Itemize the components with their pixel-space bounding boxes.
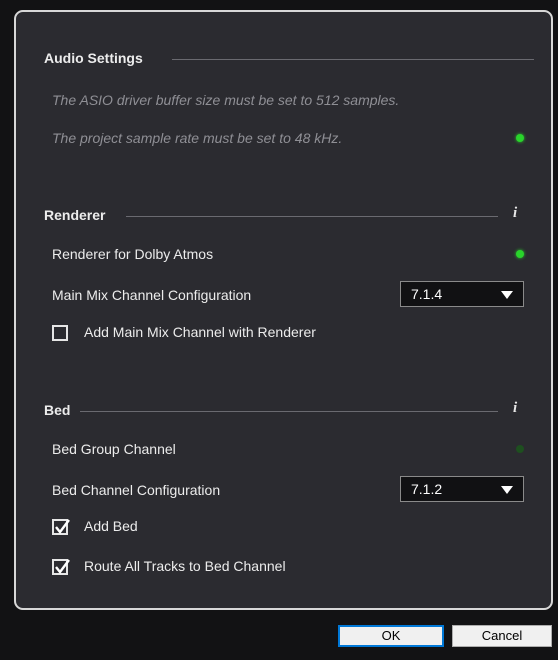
sample-rate-status-led xyxy=(516,134,524,142)
checkmark-icon xyxy=(55,559,70,574)
bed-channel-config-label: Bed Channel Configuration xyxy=(52,482,221,498)
renderer-divider xyxy=(126,216,498,217)
checkmark-icon xyxy=(55,519,70,534)
sample-rate-note: The project sample rate must be set to 4… xyxy=(52,130,343,146)
main-mix-config-label: Main Mix Channel Configuration xyxy=(52,287,252,303)
renderer-dolby-atmos-label: Renderer for Dolby Atmos xyxy=(52,246,214,262)
bed-channel-config-select[interactable]: 7.1.2 xyxy=(400,476,524,502)
audio-settings-heading: Audio Settings xyxy=(44,50,143,66)
bed-info-icon[interactable]: i xyxy=(513,400,517,417)
add-bed-checkbox[interactable] xyxy=(52,519,70,535)
ok-button[interactable]: OK xyxy=(338,625,444,647)
dolby-atmos-setup-panel: Audio Settings The ASIO driver buffer si… xyxy=(14,10,553,610)
route-all-tracks-checkbox[interactable] xyxy=(52,559,70,575)
chevron-down-icon xyxy=(501,291,513,299)
add-main-mix-checkbox[interactable] xyxy=(52,325,68,341)
route-all-tracks-label[interactable]: Route All Tracks to Bed Channel xyxy=(84,558,286,574)
main-mix-config-value: 7.1.4 xyxy=(411,286,443,302)
bed-group-channel-status-led xyxy=(516,445,524,453)
bed-heading: Bed xyxy=(44,402,71,418)
chevron-down-icon xyxy=(501,486,513,494)
bed-divider xyxy=(80,411,498,412)
renderer-info-icon[interactable]: i xyxy=(513,205,517,222)
renderer-status-led xyxy=(516,250,524,258)
add-main-mix-label[interactable]: Add Main Mix Channel with Renderer xyxy=(84,324,316,340)
add-bed-label[interactable]: Add Bed xyxy=(84,518,138,534)
bed-channel-config-value: 7.1.2 xyxy=(411,481,443,497)
main-mix-config-select[interactable]: 7.1.4 xyxy=(400,281,524,307)
audio-settings-divider xyxy=(172,59,534,60)
buffer-size-note: The ASIO driver buffer size must be set … xyxy=(52,92,400,108)
renderer-heading: Renderer xyxy=(44,207,106,223)
bed-group-channel-label: Bed Group Channel xyxy=(52,441,176,457)
cancel-button[interactable]: Cancel xyxy=(452,625,552,647)
